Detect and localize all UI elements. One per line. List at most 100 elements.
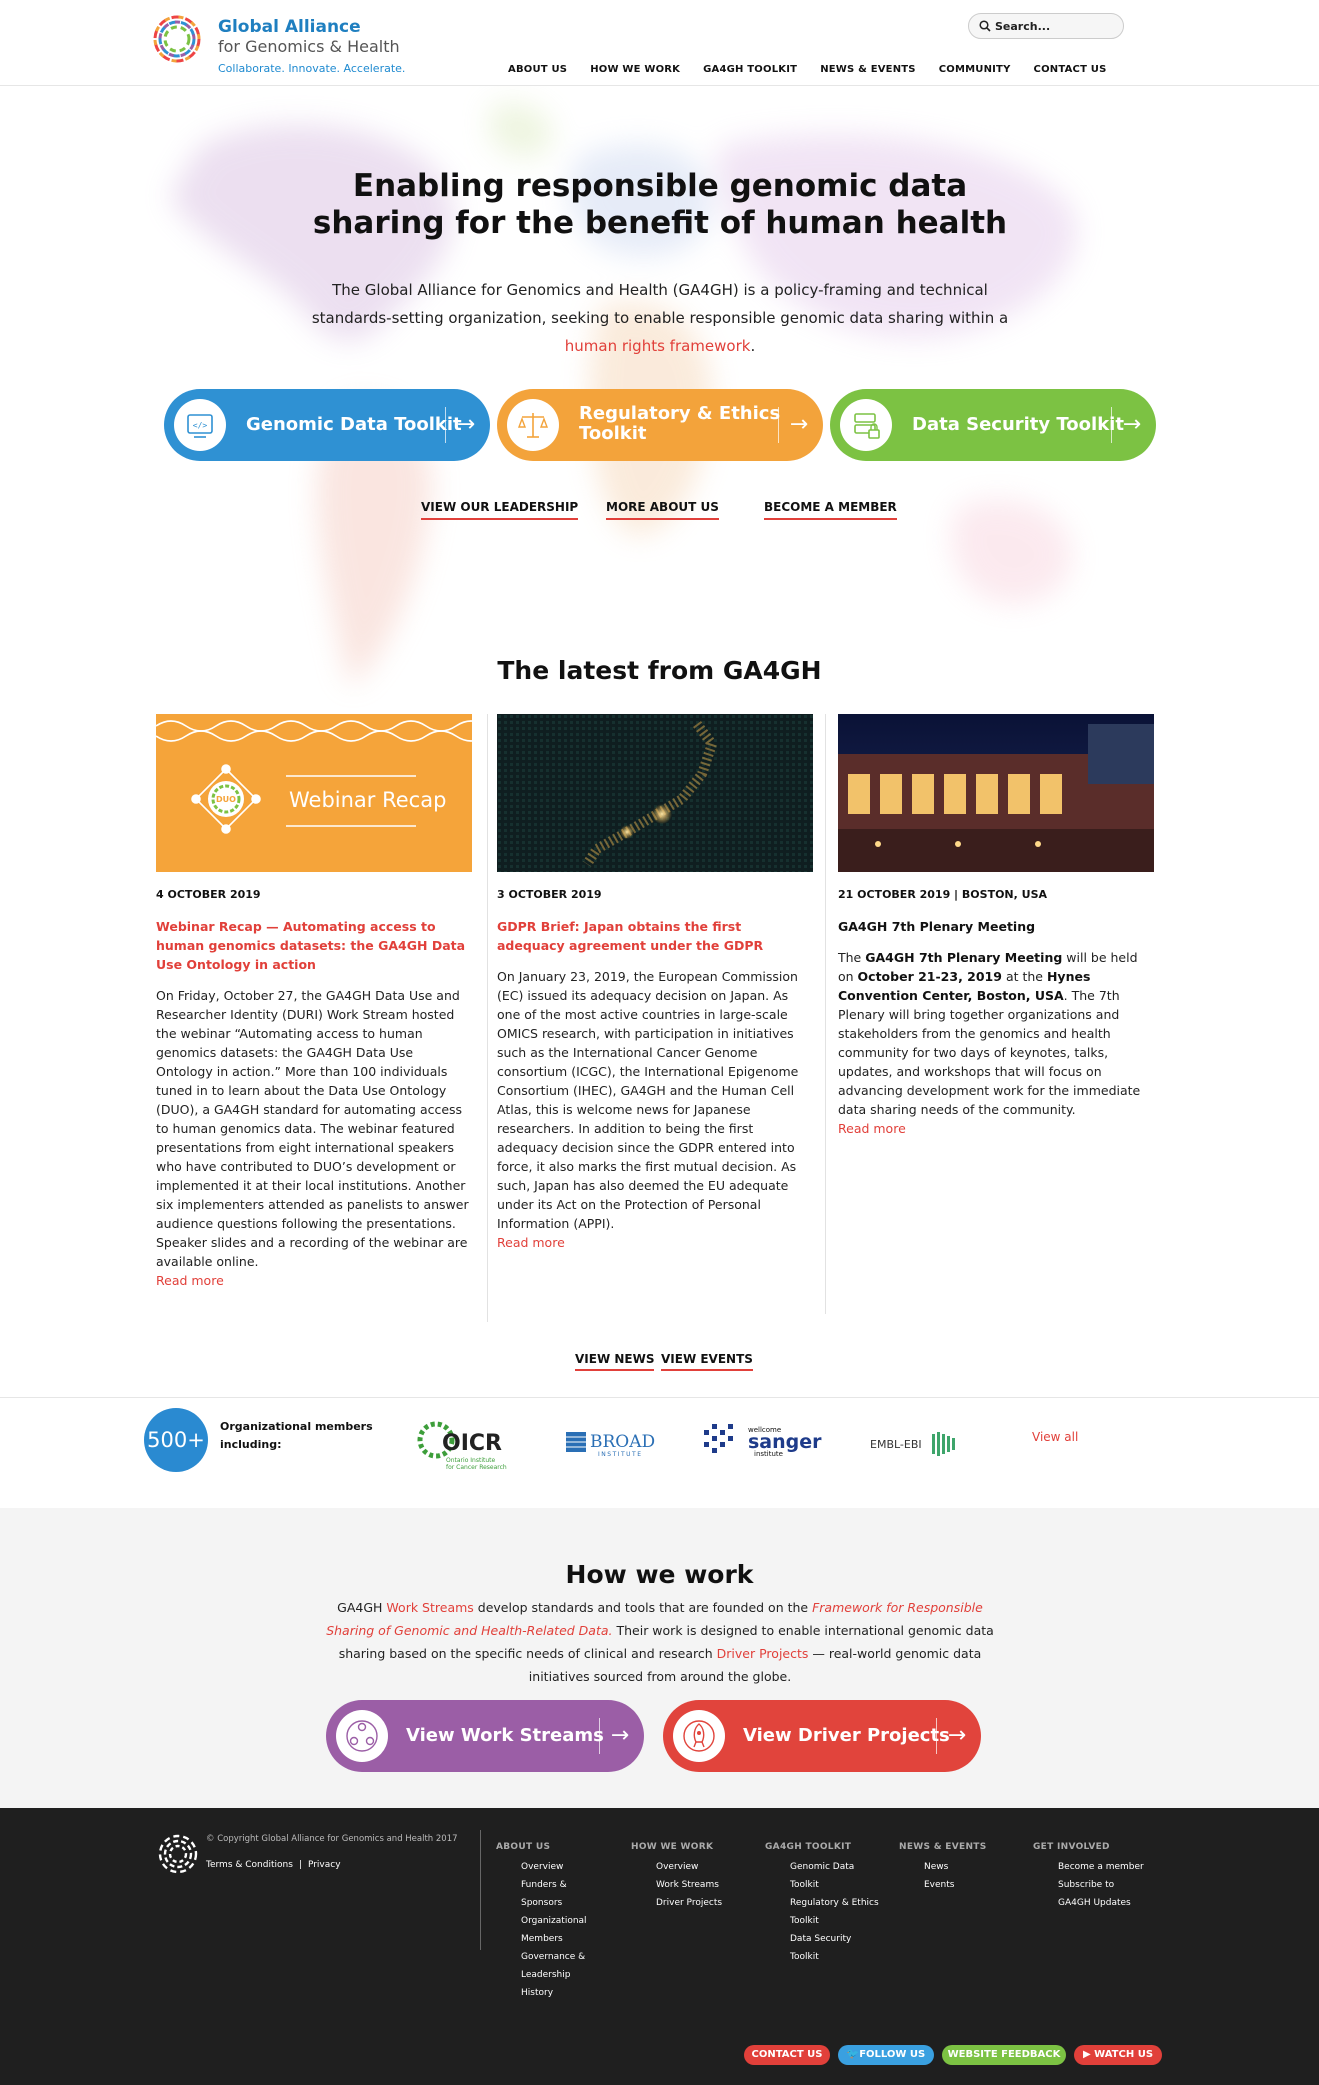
nav-how-we-work[interactable]: HOW WE WORK bbox=[590, 64, 680, 75]
footer-link[interactable]: Genomic Data bbox=[790, 1858, 879, 1876]
nav-contact-us[interactable]: CONTACT US bbox=[1034, 64, 1107, 75]
view-leadership-link[interactable]: VIEW OUR LEADERSHIP bbox=[421, 500, 579, 520]
read-more-link[interactable]: Read more bbox=[156, 1273, 472, 1288]
footer-link[interactable]: Data Security bbox=[790, 1930, 879, 1948]
hero-title-line2: sharing for the benefit of human health bbox=[312, 205, 1008, 241]
hero-text-part: The Global Alliance for Genomics and Hea… bbox=[311, 281, 1009, 327]
news-card-gdpr: 3 OCTOBER 2019 GDPR Brief: Japan obtains… bbox=[497, 714, 813, 1250]
footer-link[interactable]: Toolkit bbox=[790, 1876, 879, 1894]
scales-icon bbox=[507, 399, 559, 451]
nav-about-us[interactable]: ABOUT US bbox=[508, 64, 567, 75]
view-events-link[interactable]: VIEW EVENTS bbox=[661, 1352, 753, 1371]
footer-link[interactable]: Subscribe to bbox=[1058, 1876, 1144, 1894]
footer-link[interactable]: Members bbox=[521, 1930, 587, 1948]
news-date: 3 OCTOBER 2019 bbox=[497, 888, 602, 901]
footer-link[interactable]: Leadership bbox=[521, 1966, 587, 1984]
code-window-icon: </> bbox=[174, 399, 226, 451]
view-driver-projects-button[interactable]: View Driver Projects → bbox=[663, 1700, 981, 1772]
footer-link[interactable]: Sponsors bbox=[521, 1894, 587, 1912]
body-text: at the bbox=[1001, 969, 1047, 984]
footer-legal-links: Terms & Conditions | Privacy bbox=[206, 1860, 341, 1870]
footer-link[interactable]: Toolkit bbox=[790, 1912, 879, 1930]
ga4gh-logo-icon bbox=[153, 15, 201, 63]
oicr-logo-text: OICR bbox=[442, 1431, 502, 1456]
footer-link[interactable]: Become a member bbox=[1058, 1858, 1144, 1876]
ga4gh-footer-logo-icon[interactable] bbox=[156, 1832, 200, 1876]
search-input[interactable] bbox=[995, 17, 1115, 35]
news-title-link[interactable]: GA4GH 7th Plenary Meeting bbox=[838, 917, 1154, 936]
footer-column-news-events: NEWS & EVENTS News Events bbox=[899, 1842, 987, 1894]
regulatory-label-line2: Toolkit bbox=[579, 423, 647, 444]
data-security-toolkit-button[interactable]: Data Security Toolkit → bbox=[830, 389, 1156, 461]
team-network-icon bbox=[336, 1710, 388, 1762]
footer-link[interactable]: Overview bbox=[521, 1858, 587, 1876]
footer-column-heading: ABOUT US bbox=[496, 1842, 551, 1852]
footer-divider bbox=[480, 1830, 481, 1950]
news-date: 4 OCTOBER 2019 bbox=[156, 888, 261, 901]
news-title-link[interactable]: Webinar Recap — Automating access to hum… bbox=[156, 917, 472, 974]
footer-link[interactable]: Work Streams bbox=[656, 1876, 722, 1894]
nav-community[interactable]: COMMUNITY bbox=[939, 64, 1011, 75]
oicr-logo[interactable]: OICR Ontario Institute for Cancer Resear… bbox=[414, 1410, 514, 1476]
arrow-right-icon: → bbox=[789, 412, 809, 437]
embl-ebi-logo[interactable]: EMBL-EBI bbox=[868, 1430, 960, 1458]
how-text: GA4GH bbox=[337, 1600, 387, 1615]
footer-link[interactable]: Governance & bbox=[521, 1948, 587, 1966]
terms-conditions-link[interactable]: Terms & Conditions bbox=[206, 1860, 293, 1870]
wellcome-sanger-logo[interactable]: wellcome sanger institute bbox=[700, 1420, 830, 1466]
watch-us-pill-label: WATCH US bbox=[1094, 2049, 1154, 2060]
rocket-icon bbox=[673, 1710, 725, 1762]
footer-column-about: ABOUT US Overview Funders & Sponsors Org… bbox=[496, 1842, 587, 2002]
footer-link[interactable]: News bbox=[924, 1858, 987, 1876]
contact-us-pill[interactable]: CONTACT US bbox=[744, 2045, 830, 2065]
hynes-convention-center-image[interactable] bbox=[838, 714, 1154, 872]
footer-link[interactable]: Funders & bbox=[521, 1876, 587, 1894]
members-strip: 500+ Organizational members including: O… bbox=[0, 1397, 1319, 1507]
footer-link[interactable]: Organizational bbox=[521, 1912, 587, 1930]
view-all-members-link[interactable]: View all bbox=[1032, 1430, 1078, 1444]
logo-tagline: Collaborate. Innovate. Accelerate. bbox=[218, 62, 406, 75]
button-divider bbox=[599, 1718, 600, 1754]
broad-institute-logo[interactable]: BROAD INSTITUTE bbox=[564, 1428, 664, 1464]
body-text: The bbox=[838, 950, 866, 965]
website-feedback-pill-label: WEBSITE FEEDBACK bbox=[947, 2049, 1061, 2060]
member-count-badge: 500+ bbox=[144, 1408, 208, 1472]
genomic-data-toolkit-button[interactable]: </> Genomic Data Toolkit → bbox=[164, 389, 490, 461]
more-about-us-link[interactable]: MORE ABOUT US bbox=[606, 500, 719, 520]
arrow-right-icon: → bbox=[610, 1723, 630, 1748]
watch-us-pill[interactable]: ▶ WATCH US bbox=[1074, 2045, 1162, 2065]
become-member-link[interactable]: BECOME A MEMBER bbox=[764, 500, 897, 520]
footer-link[interactable]: Regulatory & Ethics bbox=[790, 1894, 879, 1912]
arrow-right-icon: → bbox=[947, 1723, 967, 1748]
news-title-link[interactable]: GDPR Brief: Japan obtains the first adeq… bbox=[497, 917, 813, 955]
footer-column-get-involved: GET INVOLVED Become a member Subscribe t… bbox=[1033, 1842, 1144, 1912]
read-more-link[interactable]: Read more bbox=[497, 1235, 813, 1250]
footer-link[interactable]: GA4GH Updates bbox=[1058, 1894, 1144, 1912]
follow-us-pill[interactable]: 🐦FOLLOW US bbox=[838, 2045, 934, 2065]
japan-night-lights-image[interactable] bbox=[497, 714, 813, 872]
footer-link[interactable]: History bbox=[521, 1984, 587, 2002]
footer-link[interactable]: Driver Projects bbox=[656, 1894, 722, 1912]
footer-link[interactable]: Events bbox=[924, 1876, 987, 1894]
webinar-recap-image[interactable]: DUO Webinar Recap bbox=[156, 714, 472, 872]
genomic-data-toolkit-label: Genomic Data Toolkit bbox=[246, 414, 462, 435]
view-news-link[interactable]: VIEW NEWS bbox=[575, 1352, 655, 1371]
footer-link[interactable]: Toolkit bbox=[790, 1948, 879, 1966]
view-work-streams-label: View Work Streams bbox=[406, 1725, 604, 1746]
work-streams-link[interactable]: Work Streams bbox=[386, 1600, 473, 1615]
nav-news-events[interactable]: NEWS & EVENTS bbox=[820, 64, 916, 75]
follow-us-pill-label: FOLLOW US bbox=[859, 2049, 926, 2060]
human-rights-framework-link[interactable]: human rights framework bbox=[565, 337, 751, 355]
privacy-link[interactable]: Privacy bbox=[308, 1860, 341, 1870]
view-work-streams-button[interactable]: View Work Streams → bbox=[326, 1700, 644, 1772]
ga4gh-logo-link[interactable]: Global Alliance for Genomics & Health Co… bbox=[150, 12, 410, 82]
regulatory-ethics-toolkit-button[interactable]: Regulatory & Ethics Toolkit → bbox=[497, 389, 823, 461]
arrow-right-icon: → bbox=[1122, 412, 1142, 437]
driver-projects-link[interactable]: Driver Projects bbox=[717, 1646, 809, 1661]
read-more-link[interactable]: Read more bbox=[838, 1121, 1154, 1136]
nav-ga4gh-toolkit[interactable]: GA4GH TOOLKIT bbox=[703, 64, 797, 75]
search-box[interactable] bbox=[968, 13, 1124, 39]
footer-link[interactable]: Overview bbox=[656, 1858, 722, 1876]
website-feedback-pill[interactable]: WEBSITE FEEDBACK bbox=[942, 2045, 1066, 2065]
button-divider bbox=[445, 407, 446, 443]
